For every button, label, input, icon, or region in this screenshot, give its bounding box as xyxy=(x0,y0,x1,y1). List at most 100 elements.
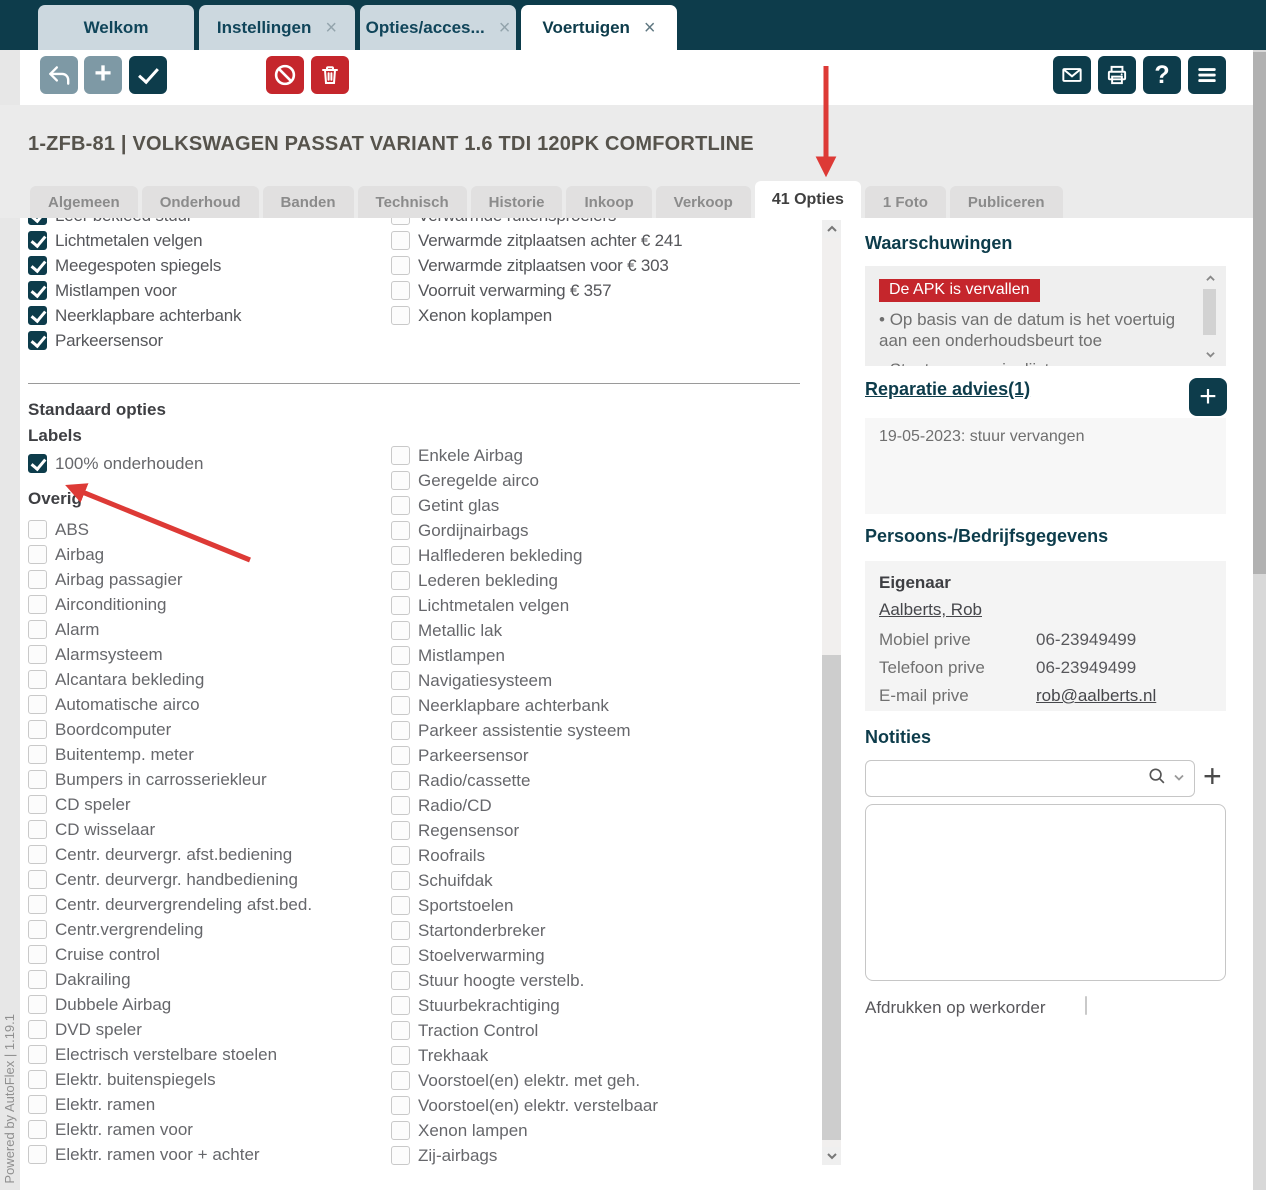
browser-tab[interactable]: Instellingen xyxy=(199,5,355,50)
option-checkbox-row[interactable]: Meegespoten spiegels xyxy=(28,253,241,278)
option-checkbox-row[interactable]: Startonderbreker xyxy=(391,918,658,943)
checkbox[interactable] xyxy=(391,596,410,615)
option-checkbox-row[interactable]: Radio/CD xyxy=(391,793,658,818)
checkbox[interactable] xyxy=(28,570,47,589)
option-checkbox-row[interactable]: Enkele Airbag xyxy=(391,443,658,468)
checkbox[interactable] xyxy=(28,970,47,989)
checkbox[interactable] xyxy=(391,846,410,865)
checkbox[interactable] xyxy=(28,1145,47,1164)
option-checkbox-row[interactable]: Parkeersensor xyxy=(391,743,658,768)
option-checkbox-row[interactable]: DVD speler xyxy=(28,1017,312,1042)
checkbox[interactable] xyxy=(391,306,410,325)
checkbox[interactable] xyxy=(28,945,47,964)
option-checkbox-row[interactable]: Voorruit verwarming € 357 xyxy=(391,278,682,303)
confirm-button[interactable] xyxy=(129,56,167,94)
option-checkbox-row[interactable]: Xenon koplampen xyxy=(391,303,682,328)
option-checkbox-row[interactable]: Elektr. ramen voor xyxy=(28,1117,312,1142)
option-checkbox-row[interactable]: Getint glas xyxy=(391,493,658,518)
print-on-workorder-checkbox[interactable] xyxy=(1085,997,1087,1015)
option-checkbox-row[interactable]: Verwarmde zitplaatsen achter € 241 xyxy=(391,228,682,253)
checkbox[interactable] xyxy=(391,621,410,640)
option-checkbox-row[interactable]: Elektr. ramen voor + achter xyxy=(28,1142,312,1167)
detail-tab[interactable]: Historie xyxy=(471,186,563,218)
option-checkbox-row[interactable]: Electrisch verstelbare stoelen xyxy=(28,1042,312,1067)
checkbox[interactable] xyxy=(28,745,47,764)
add-button[interactable]: + xyxy=(84,56,122,94)
option-checkbox-row[interactable]: CD speler xyxy=(28,792,312,817)
browser-tab[interactable]: Opties/acces... xyxy=(360,5,516,50)
option-checkbox-row[interactable]: Trekhaak xyxy=(391,1043,658,1068)
option-checkbox-row[interactable]: Radio/cassette xyxy=(391,768,658,793)
detail-tab[interactable]: Algemeen xyxy=(30,186,138,218)
checkbox[interactable] xyxy=(28,670,47,689)
option-checkbox-row[interactable]: Neerklapbare achterbank xyxy=(28,303,241,328)
checkbox[interactable] xyxy=(391,871,410,890)
close-icon[interactable] xyxy=(325,18,337,38)
option-checkbox-row[interactable]: Dubbele Airbag xyxy=(28,992,312,1017)
option-checkbox-row[interactable]: Cruise control xyxy=(28,942,312,967)
detail-tab[interactable]: 1 Foto xyxy=(865,186,946,218)
scroll-down-icon[interactable] xyxy=(1201,347,1219,361)
chevron-down-icon[interactable] xyxy=(1172,770,1186,788)
checkbox[interactable] xyxy=(391,1146,410,1165)
option-checkbox-row[interactable]: Dakrailing xyxy=(28,967,312,992)
mail-button[interactable] xyxy=(1053,56,1091,94)
close-icon[interactable] xyxy=(499,18,511,38)
checkbox[interactable] xyxy=(28,870,47,889)
option-checkbox-row[interactable]: Xenon lampen xyxy=(391,1118,658,1143)
notes-search-input[interactable] xyxy=(876,764,1146,794)
checkbox[interactable] xyxy=(28,895,47,914)
option-checkbox-row[interactable]: Roofrails xyxy=(391,843,658,868)
checkbox[interactable] xyxy=(28,331,47,350)
option-checkbox-row[interactable]: Airbag passagier xyxy=(28,567,312,592)
checkbox[interactable] xyxy=(391,521,410,540)
search-icon[interactable] xyxy=(1146,765,1168,792)
menu-button[interactable] xyxy=(1188,56,1226,94)
option-checkbox-row[interactable]: Traction Control xyxy=(391,1018,658,1043)
checkbox[interactable] xyxy=(28,770,47,789)
detail-tab[interactable]: Technisch xyxy=(358,186,467,218)
checkbox[interactable] xyxy=(391,996,410,1015)
checkbox[interactable] xyxy=(28,1120,47,1139)
checkbox[interactable] xyxy=(391,281,410,300)
checkbox[interactable] xyxy=(28,645,47,664)
option-checkbox-row[interactable]: Buitentemp. meter xyxy=(28,742,312,767)
scrollbar-thumb[interactable] xyxy=(1253,52,1266,574)
checkbox[interactable] xyxy=(391,256,410,275)
option-checkbox-row[interactable]: Geregelde airco xyxy=(391,468,658,493)
checkbox[interactable] xyxy=(28,820,47,839)
checkbox[interactable] xyxy=(28,545,47,564)
scroll-up-icon[interactable] xyxy=(822,220,841,238)
checkbox[interactable] xyxy=(28,1095,47,1114)
checkbox[interactable] xyxy=(391,671,410,690)
checkbox[interactable] xyxy=(28,256,47,275)
checkbox[interactable] xyxy=(391,921,410,940)
checkbox[interactable] xyxy=(391,646,410,665)
checkbox[interactable] xyxy=(28,281,47,300)
checkbox[interactable] xyxy=(28,1020,47,1039)
option-checkbox-row[interactable]: Alcantara bekleding xyxy=(28,667,312,692)
option-checkbox-row[interactable]: Sportstoelen xyxy=(391,893,658,918)
option-checkbox-row[interactable]: Parkeer assistentie systeem xyxy=(391,718,658,743)
checkbox[interactable] xyxy=(391,1071,410,1090)
add-repair-advice-button[interactable]: + xyxy=(1189,378,1227,416)
help-button[interactable]: ? xyxy=(1143,56,1181,94)
option-checkbox-row[interactable]: Alarmsysteem xyxy=(28,642,312,667)
option-checkbox-row[interactable]: Airconditioning xyxy=(28,592,312,617)
option-checkbox-row[interactable]: Schuifdak xyxy=(391,868,658,893)
option-checkbox-row[interactable]: Navigatiesysteem xyxy=(391,668,658,693)
checkbox[interactable] xyxy=(391,971,410,990)
option-checkbox-row[interactable]: Lichtmetalen velgen xyxy=(28,228,241,253)
checkbox[interactable] xyxy=(28,231,47,250)
checkbox[interactable] xyxy=(391,696,410,715)
add-note-button[interactable]: + xyxy=(1203,758,1222,795)
options-scrollbar[interactable] xyxy=(822,220,841,1165)
checkbox[interactable] xyxy=(28,845,47,864)
scrollbar-thumb[interactable] xyxy=(1203,289,1216,335)
checkbox[interactable] xyxy=(28,520,47,539)
option-checkbox-row[interactable]: CD wisselaar xyxy=(28,817,312,842)
scroll-down-icon[interactable] xyxy=(822,1147,841,1165)
checkbox[interactable] xyxy=(391,231,410,250)
detail-tab[interactable]: 41 Opties xyxy=(755,181,861,218)
checkbox[interactable] xyxy=(391,946,410,965)
